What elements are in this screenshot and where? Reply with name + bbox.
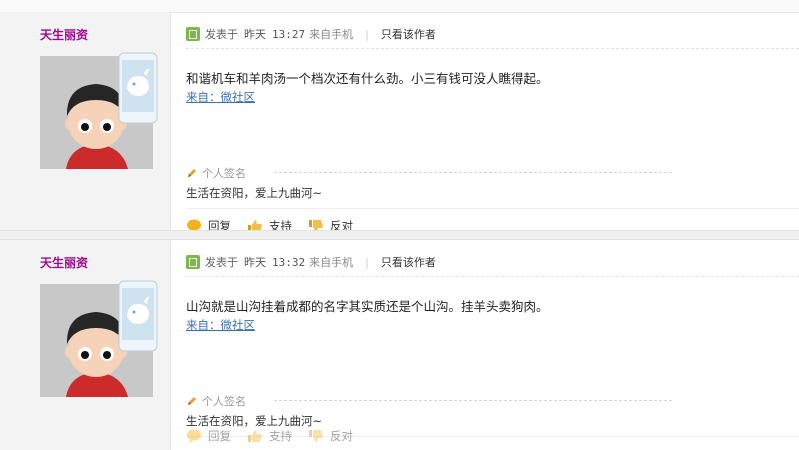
reply-icon <box>187 429 201 443</box>
thumbs-up-icon <box>248 430 262 442</box>
source-link[interactable]: 来自：微社区 <box>186 317 255 333</box>
oppose-label: 反对 <box>330 429 353 443</box>
online-status-icon <box>186 27 200 41</box>
post-content: 发表于 昨天 13:27 来自手机 | 只看该作者 和谐机车和羊肉汤一个档次还有… <box>186 12 799 233</box>
mobile-phone-icon <box>118 280 158 352</box>
meta-divider <box>186 276 799 277</box>
signature-label-text: 个人签名 <box>202 395 246 408</box>
post-actions: 回复 支持 反对 <box>186 428 369 444</box>
online-status-icon <box>186 255 200 269</box>
signature-label: 个人签名 <box>186 393 246 409</box>
post-divider <box>0 230 799 240</box>
signature-text: 生活在资阳，爱上九曲河~ <box>186 414 323 428</box>
posted-day: 昨天 <box>244 28 266 41</box>
author-sidebar: 天生丽资 <box>0 12 171 230</box>
support-label: 支持 <box>269 429 292 443</box>
posted-label: 发表于 <box>205 28 238 41</box>
actions-divider <box>186 208 799 209</box>
mobile-phone-icon <box>118 52 158 124</box>
post-1: 天生丽资 发表于 昨天 13:27 来自手机 | 只看该作者 和谐机车和羊肉汤一… <box>0 12 799 233</box>
thumbs-down-icon <box>309 430 323 442</box>
reply-button[interactable]: 回复 <box>186 428 231 444</box>
posted-from: 来自手机 <box>309 28 354 41</box>
oppose-button[interactable]: 反对 <box>308 428 353 444</box>
signature-label: 个人签名 <box>186 165 246 181</box>
posted-label: 发表于 <box>205 256 238 269</box>
post-2: 天生丽资 发表于 昨天 13:32 来自手机 | 只看该作者 山沟就是山沟挂着成… <box>0 240 799 450</box>
signature-label-text: 个人签名 <box>202 167 246 180</box>
posted-time: 13:32 <box>272 255 306 269</box>
post-body: 山沟就是山沟挂着成都的名字其实质还是个山沟。挂羊头卖狗肉。 <box>186 299 549 314</box>
support-button[interactable]: 支持 <box>247 428 292 444</box>
post-meta: 发表于 昨天 13:27 来自手机 | 只看该作者 <box>186 26 436 42</box>
reply-label: 回复 <box>208 429 231 443</box>
post-meta: 发表于 昨天 13:32 来自手机 | 只看该作者 <box>186 254 436 270</box>
pencil-icon <box>188 397 196 405</box>
meta-separator: | <box>365 255 369 269</box>
author-username[interactable]: 天生丽资 <box>40 254 88 271</box>
author-only-link[interactable]: 只看该作者 <box>381 26 436 42</box>
post-content: 发表于 昨天 13:32 来自手机 | 只看该作者 山沟就是山沟挂着成都的名字其… <box>186 240 799 450</box>
signature-text: 生活在资阳，爱上九曲河~ <box>186 186 323 200</box>
author-only-link[interactable]: 只看该作者 <box>381 254 436 270</box>
signature-divider <box>274 400 672 401</box>
meta-divider <box>186 48 799 49</box>
meta-separator: | <box>365 27 369 41</box>
author-username[interactable]: 天生丽资 <box>40 26 88 43</box>
posted-time: 13:27 <box>272 27 306 41</box>
source-link[interactable]: 来自：微社区 <box>186 89 255 105</box>
posted-from: 来自手机 <box>309 256 354 269</box>
post-body: 和谐机车和羊肉汤一个档次还有什么劲。小三有钱可没人瞧得起。 <box>186 71 549 86</box>
author-sidebar: 天生丽资 <box>0 240 171 450</box>
pencil-icon <box>188 169 196 177</box>
posted-day: 昨天 <box>244 256 266 269</box>
signature-divider <box>274 172 672 173</box>
